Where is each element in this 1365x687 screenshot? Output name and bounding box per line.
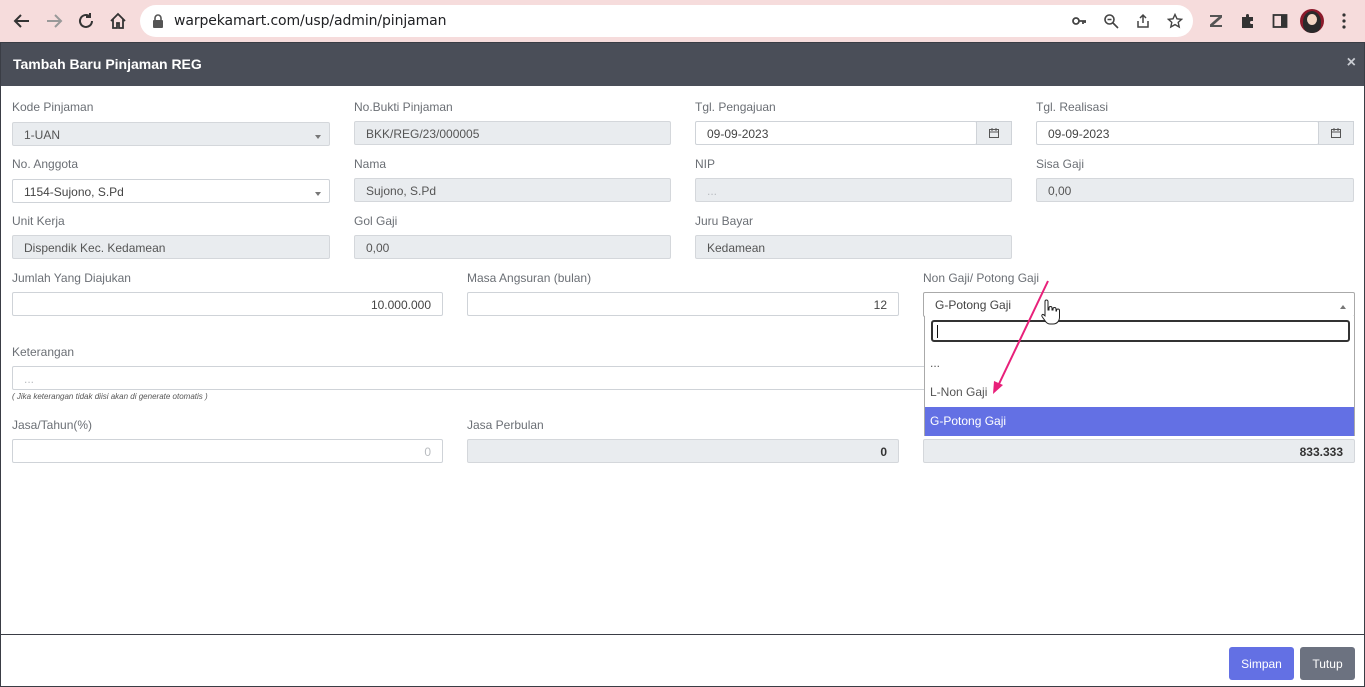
unit-kerja-label: Unit Kerja	[12, 214, 65, 228]
unit-kerja-field[interactable]: Dispendik Kec. Kedamean	[12, 235, 330, 259]
modal-title: Tambah Baru Pinjaman REG	[13, 56, 202, 72]
chrome-menu-icon[interactable]	[1332, 9, 1356, 33]
forward-arrow-icon[interactable]	[42, 9, 66, 33]
avatar-face	[1307, 14, 1317, 25]
kode-pinjaman-label: Kode Pinjaman	[12, 100, 94, 114]
reload-icon[interactable]	[74, 9, 98, 33]
masa-angsuran-input[interactable]: 12	[467, 292, 899, 316]
dropdown-search-input[interactable]	[931, 320, 1350, 342]
non-gaji-select[interactable]: G-Potong Gaji	[923, 292, 1355, 317]
key-icon[interactable]	[1069, 11, 1089, 31]
kode-pinjaman-value: 1-UAN	[24, 128, 61, 142]
jasa-tahun-label: Jasa/Tahun(%)	[12, 418, 93, 432]
gol-gaji-label: Gol Gaji	[354, 214, 398, 228]
dropdown-option-potong-gaji[interactable]: G-Potong Gaji	[925, 407, 1354, 436]
footer-divider	[1, 634, 1364, 635]
home-icon[interactable]	[106, 9, 130, 33]
share-icon[interactable]	[1133, 11, 1153, 31]
calendar-icon[interactable]	[1318, 121, 1354, 145]
no-anggota-label: No. Anggota	[12, 157, 79, 171]
calendar-icon[interactable]	[976, 121, 1012, 145]
pinjaman-modal: Tambah Baru Pinjaman REG × Kode Pinjaman…	[0, 42, 1365, 687]
tgl-realisasi-input[interactable]: 09-09-2023	[1036, 121, 1319, 145]
extensions-puzzle-icon[interactable]	[1236, 9, 1260, 33]
lock-icon[interactable]	[148, 11, 168, 31]
save-button[interactable]: Simpan	[1229, 647, 1294, 680]
non-gaji-label: Non Gaji/ Potong Gaji	[923, 271, 1040, 285]
jasa-perbulan-field[interactable]: 0	[467, 439, 899, 463]
zoom-icon[interactable]	[1101, 11, 1121, 31]
jumlah-label: Jumlah Yang Diajukan	[12, 271, 131, 285]
nama-label: Nama	[354, 157, 387, 171]
chevron-up-icon	[1340, 305, 1346, 309]
angsuran-total-field[interactable]: 833.333	[923, 439, 1355, 463]
no-anggota-select[interactable]: 1154-Sujono, S.Pd	[12, 179, 330, 203]
back-arrow-icon[interactable]	[10, 9, 34, 33]
sisa-gaji-field[interactable]: 0,00	[1036, 178, 1354, 202]
dropdown-option-non-gaji[interactable]: L-Non Gaji	[925, 378, 1354, 407]
tgl-realisasi-label: Tgl. Realisasi	[1036, 100, 1109, 114]
nip-field[interactable]: ...	[695, 178, 1012, 202]
tgl-pengajuan-label: Tgl. Pengajuan	[695, 100, 776, 114]
profile-avatar[interactable]	[1300, 9, 1324, 33]
masa-angsuran-label: Masa Angsuran (bulan)	[467, 271, 592, 285]
keterangan-hint: ( Jika keterangan tidak diisi akan di ge…	[12, 392, 208, 401]
juru-bayar-field[interactable]: Kedamean	[695, 235, 1012, 259]
tgl-pengajuan-input[interactable]: 09-09-2023	[695, 121, 977, 145]
no-bukti-label: No.Bukti Pinjaman	[354, 100, 453, 114]
address-bar[interactable]: warpekamart.com/usp/admin/pinjaman	[140, 5, 1193, 37]
nip-label: NIP	[695, 157, 716, 171]
keterangan-label: Keterangan	[12, 345, 75, 359]
non-gaji-value: G-Potong Gaji	[935, 298, 1012, 312]
no-bukti-field[interactable]: BKK/REG/23/000005	[354, 121, 671, 145]
chevron-down-icon	[315, 135, 321, 139]
zotero-extension-icon[interactable]	[1204, 9, 1228, 33]
jasa-perbulan-label: Jasa Perbulan	[467, 418, 544, 432]
keterangan-input[interactable]: ...	[12, 366, 1012, 390]
jasa-tahun-input[interactable]: 0	[12, 439, 443, 463]
dropdown-option[interactable]: ...	[925, 349, 1354, 378]
jumlah-input[interactable]: 10.000.000	[12, 292, 443, 316]
browser-toolbar: warpekamart.com/usp/admin/pinjaman	[0, 0, 1365, 42]
close-icon[interactable]: ×	[1347, 54, 1356, 72]
kode-pinjaman-select[interactable]: 1-UAN	[12, 122, 330, 146]
bookmark-star-icon[interactable]	[1165, 11, 1185, 31]
modal-header: Tambah Baru Pinjaman REG ×	[1, 43, 1364, 86]
gol-gaji-field[interactable]: 0,00	[354, 235, 671, 259]
no-anggota-value: 1154-Sujono, S.Pd	[24, 185, 124, 199]
text-cursor	[937, 325, 938, 338]
side-panel-icon[interactable]	[1268, 9, 1292, 33]
url-text: warpekamart.com/usp/admin/pinjaman	[174, 13, 447, 29]
nama-field[interactable]: Sujono, S.Pd	[354, 178, 671, 202]
chevron-down-icon	[315, 192, 321, 196]
sisa-gaji-label: Sisa Gaji	[1036, 157, 1085, 171]
juru-bayar-label: Juru Bayar	[695, 214, 754, 228]
non-gaji-dropdown: ... L-Non Gaji G-Potong Gaji	[924, 316, 1355, 436]
close-button[interactable]: Tutup	[1300, 647, 1355, 680]
